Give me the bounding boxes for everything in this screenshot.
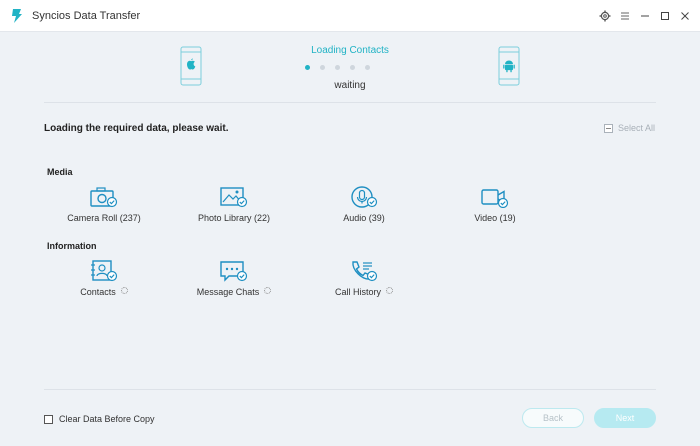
app-title: Syncios Data Transfer [32, 10, 141, 22]
menu-icon[interactable] [618, 9, 632, 23]
next-button[interactable]: Next [594, 408, 656, 428]
progress-dot-1 [305, 65, 310, 70]
info-item-label: Message Chats [196, 287, 260, 297]
loading-message: Loading the required data, please wait. [44, 123, 229, 134]
progress-dot-5 [365, 65, 370, 70]
media-item-label: Video (19) [474, 213, 516, 223]
title-bar: Syncios Data Transfer [0, 0, 700, 32]
minimize-icon[interactable] [638, 9, 652, 23]
video-icon [481, 189, 509, 208]
media-item-photo-library[interactable]: Photo Library (22) [179, 186, 289, 226]
info-item-call-history[interactable]: Call History [309, 260, 419, 300]
progress-dot-4 [350, 65, 355, 70]
loading-spinner-icon [264, 287, 272, 295]
select-all-box[interactable] [604, 123, 613, 133]
progress-dot-2 [320, 65, 325, 70]
media-item-label: Photo Library (22) [197, 213, 271, 223]
divider-top [44, 102, 656, 103]
status-title: Loading Contacts [311, 45, 389, 56]
media-item-label: Camera Roll (237) [67, 213, 141, 223]
ios-phone-icon [180, 46, 202, 86]
android-phone-icon [498, 46, 520, 86]
settings-icon[interactable] [598, 9, 612, 23]
close-icon[interactable] [678, 9, 692, 23]
status-subtitle: waiting [334, 80, 366, 91]
media-heading: Media [47, 167, 73, 177]
select-all-checkbox[interactable]: Select All [604, 123, 655, 133]
camera-icon [90, 187, 118, 208]
clear-data-box[interactable] [44, 414, 53, 424]
progress-dot-3 [335, 65, 340, 70]
select-all-label: Select All [618, 123, 656, 133]
media-item-video[interactable]: Video (19) [440, 186, 550, 226]
information-heading: Information [47, 241, 97, 251]
info-item-label: Call History [334, 287, 381, 297]
media-item-audio[interactable]: Audio (39) [309, 186, 419, 226]
message-icon [220, 261, 248, 282]
clear-data-label: Clear Data Before Copy [59, 414, 155, 424]
maximize-icon[interactable] [658, 9, 672, 23]
info-item-contacts[interactable]: Contacts [49, 260, 159, 300]
info-item-label: Contacts [80, 287, 116, 297]
clear-data-checkbox[interactable]: Clear Data Before Copy [44, 414, 155, 424]
media-item-camera-roll[interactable]: Camera Roll (237) [49, 186, 159, 226]
divider-bottom [44, 389, 656, 390]
info-item-message-chats[interactable]: Message Chats [179, 260, 289, 300]
call-history-icon [352, 261, 378, 282]
progress-dots [305, 65, 370, 70]
loading-spinner-icon [120, 287, 128, 295]
app-logo-icon [12, 9, 22, 23]
media-item-label: Audio (39) [343, 213, 385, 223]
photo-icon [220, 187, 248, 208]
loading-spinner-icon [386, 287, 393, 295]
transfer-status: Loading Contacts waiting [0, 32, 700, 102]
contacts-icon [91, 260, 118, 282]
back-button[interactable]: Back [522, 408, 584, 428]
microphone-icon [351, 186, 378, 208]
